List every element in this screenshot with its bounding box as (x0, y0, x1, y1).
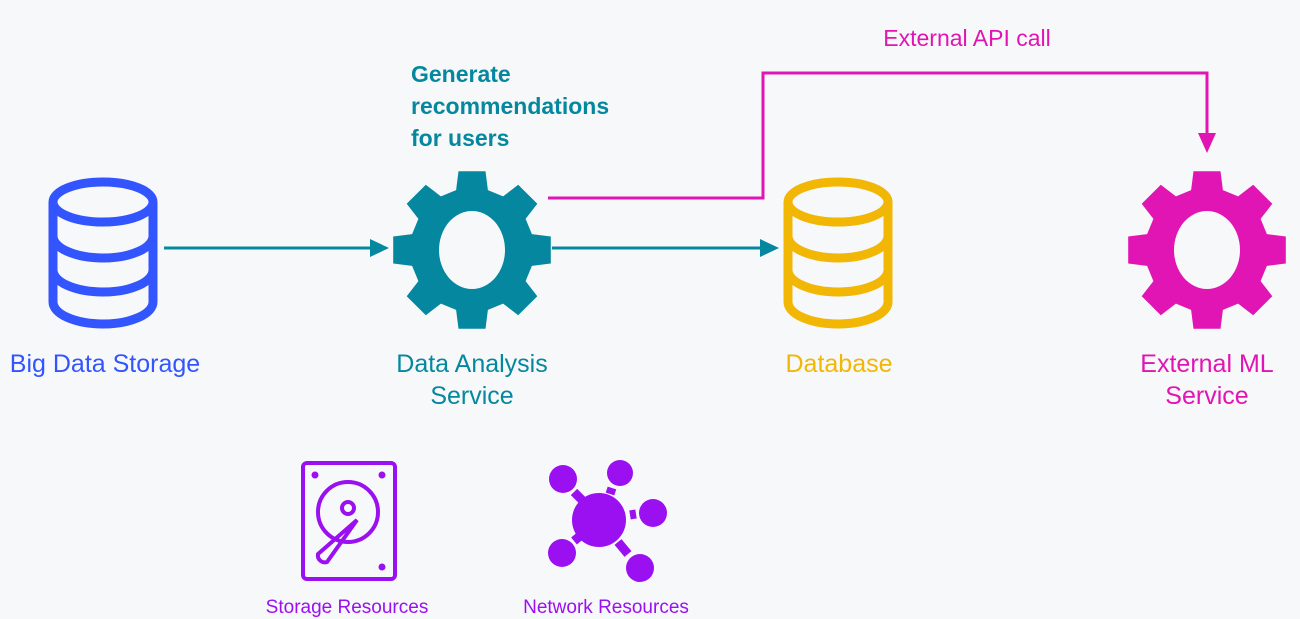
network-icon (548, 460, 667, 582)
network-resources-label: Network Resources (523, 597, 689, 618)
gear-icon (393, 171, 551, 329)
api-call-label: External API call (883, 25, 1051, 51)
hard-drive-icon (301, 461, 397, 581)
annotation-recommendations: Generate recommendations for users (411, 58, 609, 154)
storage-resources-label: Storage Resources (265, 597, 429, 618)
external-ml-label: External ML Service (1140, 348, 1273, 412)
arrow-external-api-call (548, 71, 1216, 200)
annotation-line: Generate (411, 61, 511, 87)
arrow-analysis-to-database (552, 239, 779, 257)
gear-icon (1128, 171, 1286, 329)
database-icon (48, 177, 158, 329)
annotation-line: recommendations (411, 93, 610, 119)
arrow-storage-to-analysis (164, 239, 389, 257)
label-line: External ML (1140, 350, 1274, 378)
label-line: Data Analysis (396, 350, 548, 378)
label-line: Service (430, 382, 514, 410)
annotation-line: for users (411, 125, 510, 151)
label-line: Service (1165, 382, 1249, 410)
diagram-canvas (48, 71, 1286, 582)
big-data-storage-label: Big Data Storage (9, 350, 201, 378)
data-analysis-label: Data Analysis Service (396, 348, 547, 412)
database-icon (783, 177, 893, 329)
database-label: Database (785, 350, 893, 378)
